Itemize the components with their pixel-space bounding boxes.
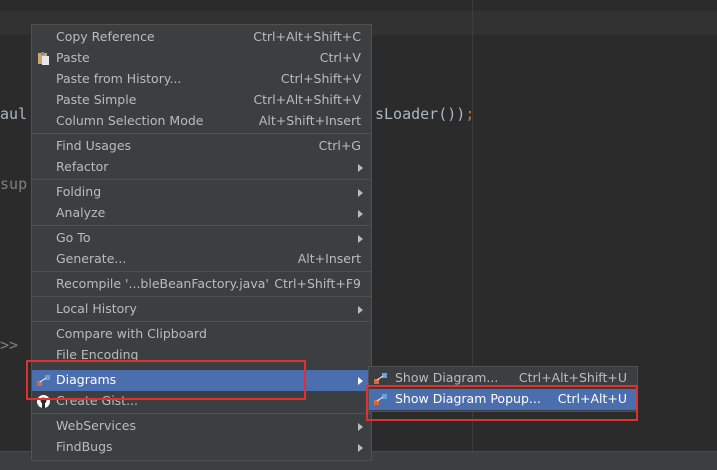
menu-item-label: Recompile '...bleBeanFactory.java'	[56, 276, 269, 291]
menu-item-shortcut: Ctrl+Alt+Shift+C	[253, 29, 361, 44]
github-icon	[36, 394, 51, 409]
menu-item-shortcut: Alt+Insert	[297, 251, 361, 266]
menu-item-paste-simple[interactable]: Paste Simple Ctrl+Alt+Shift+V	[32, 90, 371, 111]
menu-item-copy-reference[interactable]: Copy Reference Ctrl+Alt+Shift+C	[32, 27, 371, 48]
menu-item-label: Paste	[56, 50, 90, 65]
diagram-icon	[373, 392, 388, 407]
code-line-2: sup	[0, 175, 28, 193]
menu-item-generate[interactable]: Generate... Alt+Insert	[32, 249, 371, 270]
menu-item-label: Column Selection Mode	[56, 113, 204, 128]
menu-item-recompile[interactable]: Recompile '...bleBeanFactory.java' Ctrl+…	[32, 274, 371, 295]
submenu-item-show-diagram[interactable]: Show Diagram... Ctrl+Alt+Shift+U	[369, 368, 637, 389]
menu-item-label: Diagrams	[56, 372, 117, 387]
submenu-arrow-icon	[358, 235, 363, 243]
menu-separator	[32, 271, 371, 272]
menu-item-shortcut: Alt+Shift+Insert	[258, 113, 361, 128]
menu-separator	[32, 413, 371, 414]
menu-item-shortcut: Ctrl+Shift+F9	[274, 276, 361, 291]
context-menu: Copy Reference Ctrl+Alt+Shift+C Paste Ct…	[31, 24, 372, 461]
menu-item-label: Paste from History...	[56, 71, 182, 86]
menu-item-go-to[interactable]: Go To	[32, 228, 371, 249]
menu-separator	[32, 296, 371, 297]
menu-item-label: Copy Reference	[56, 29, 155, 44]
menu-item-shortcut: Ctrl+Alt+Shift+U	[518, 370, 627, 385]
menu-item-findbugs[interactable]: FindBugs	[32, 437, 371, 458]
menu-item-label: WebServices	[56, 418, 136, 433]
menu-separator	[32, 179, 371, 180]
submenu-arrow-icon	[358, 164, 363, 172]
menu-item-label: Local History	[56, 301, 137, 316]
menu-item-refactor[interactable]: Refactor	[32, 157, 371, 178]
menu-item-shortcut: Ctrl+V	[319, 50, 361, 65]
submenu-item-show-diagram-popup[interactable]: Show Diagram Popup... Ctrl+Alt+U	[369, 389, 637, 410]
menu-item-paste-from-history[interactable]: Paste from History... Ctrl+Shift+V	[32, 69, 371, 90]
menu-item-find-usages[interactable]: Find Usages Ctrl+G	[32, 136, 371, 157]
menu-item-label: Show Diagram Popup...	[395, 391, 541, 406]
submenu-arrow-icon	[358, 210, 363, 218]
submenu-arrow-icon	[358, 444, 363, 452]
submenu-arrow-icon	[358, 306, 363, 314]
menu-separator	[32, 321, 371, 322]
menu-item-create-gist[interactable]: Create Gist...	[32, 391, 371, 412]
submenu-arrow-icon	[358, 189, 363, 197]
code-line-1-right: sLoader());	[375, 105, 474, 123]
menu-item-label: Create Gist...	[56, 393, 139, 408]
menu-item-compare-with-clipboard[interactable]: Compare with Clipboard	[32, 324, 371, 345]
menu-item-label: Folding	[56, 184, 102, 199]
menu-item-label: Refactor	[56, 159, 109, 174]
menu-item-label: Go To	[56, 230, 91, 245]
menu-item-label: File Encoding	[56, 347, 139, 362]
menu-item-label: Find Usages	[56, 138, 132, 153]
menu-item-shortcut: Ctrl+G	[318, 138, 361, 153]
code-text: sLoader())	[375, 105, 466, 123]
menu-item-file-encoding[interactable]: File Encoding	[32, 345, 371, 366]
menu-item-shortcut: Ctrl+Alt+Shift+V	[253, 92, 361, 107]
menu-item-label: FindBugs	[56, 439, 113, 454]
menu-item-analyze[interactable]: Analyze	[32, 203, 371, 224]
menu-item-label: Analyze	[56, 205, 106, 220]
menu-item-folding[interactable]: Folding	[32, 182, 371, 203]
menu-item-label: Show Diagram...	[395, 370, 499, 385]
menu-separator	[32, 225, 371, 226]
menu-item-shortcut: Ctrl+Shift+V	[280, 71, 361, 86]
paste-icon	[36, 51, 51, 66]
menu-item-diagrams[interactable]: Diagrams	[32, 370, 371, 391]
code-semicolon: ;	[465, 105, 475, 123]
menu-separator	[32, 133, 371, 134]
menu-item-paste[interactable]: Paste Ctrl+V	[32, 48, 371, 69]
menu-item-local-history[interactable]: Local History	[32, 299, 371, 320]
menu-item-shortcut: Ctrl+Alt+U	[557, 391, 627, 406]
submenu-arrow-icon	[358, 377, 363, 385]
submenu-arrow-icon	[358, 423, 363, 431]
menu-item-column-selection-mode[interactable]: Column Selection Mode Alt+Shift+Insert	[32, 111, 371, 132]
menu-item-label: Paste Simple	[56, 92, 137, 107]
diagram-icon	[373, 371, 388, 386]
diagram-icon	[36, 373, 51, 388]
code-line-1-left: aul	[0, 105, 28, 123]
menu-item-label: Generate...	[56, 251, 127, 266]
diagrams-submenu: Show Diagram... Ctrl+Alt+Shift+U Show Di…	[368, 366, 638, 412]
menu-item-webservices[interactable]: WebServices	[32, 416, 371, 437]
code-line-3: r>>	[0, 336, 19, 354]
menu-item-label: Compare with Clipboard	[56, 326, 207, 341]
